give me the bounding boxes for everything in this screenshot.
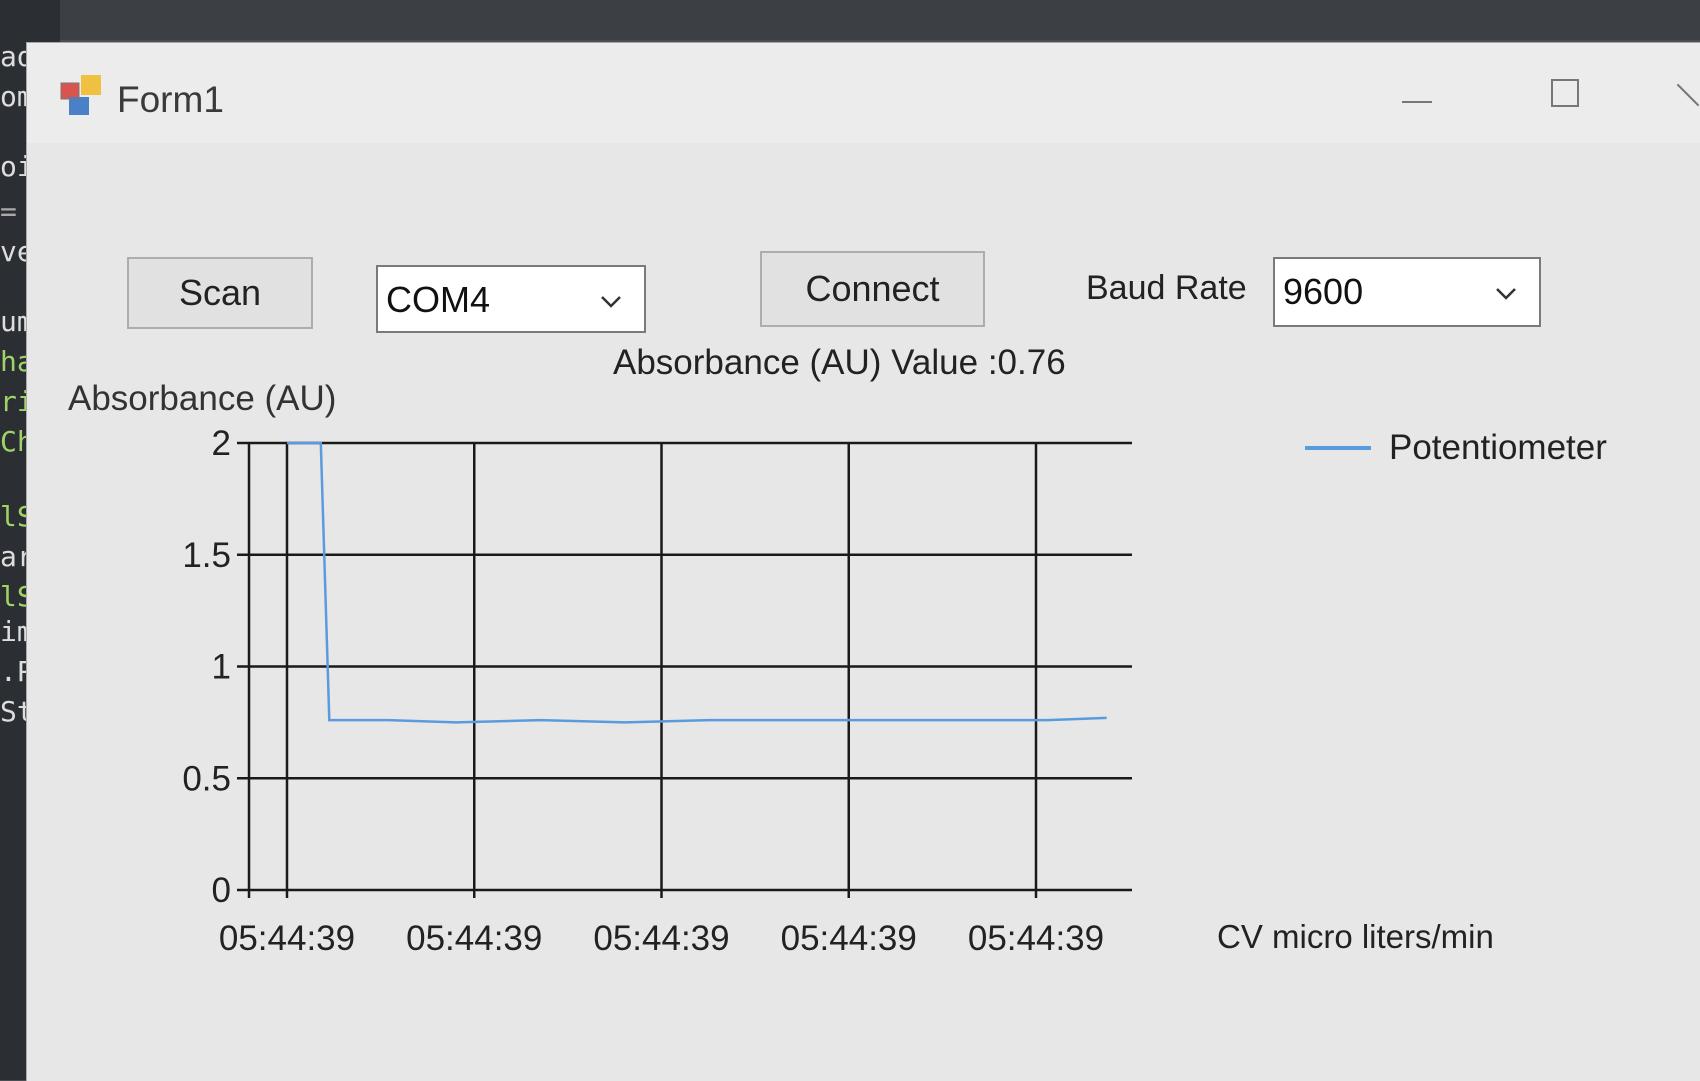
chart-legend: Potentiometer — [1305, 428, 1607, 468]
y-tick-label: 2 — [212, 424, 231, 463]
x-tick-label: 05:44:39 — [781, 919, 917, 958]
x-axis-title: CV micro liters/min — [1217, 918, 1494, 955]
x-tick-label: 05:44:39 — [593, 919, 729, 958]
x-tick-label: 05:44:39 — [968, 919, 1104, 958]
series-line — [287, 441, 1107, 724]
form1-window: Form1 Scan COM4 Connect Baud Rate 9600 A… — [26, 42, 1700, 1081]
x-tick-label: 05:44:39 — [406, 919, 542, 958]
y-tick-label: 1 — [212, 648, 231, 687]
x-tick-label: 05:44:39 — [219, 919, 355, 958]
form-client-area: Scan COM4 Connect Baud Rate 9600 Absorba… — [27, 143, 1700, 1081]
legend-swatch — [1305, 446, 1371, 450]
background-taskbar — [0, 0, 1700, 40]
window-title: Form1 — [117, 79, 224, 120]
minimize-button[interactable] — [1385, 69, 1445, 119]
y-tick-label: 0.5 — [182, 759, 231, 798]
app-icon — [60, 75, 101, 115]
y-tick-label: 1.5 — [182, 536, 231, 575]
y-tick-label: 0 — [212, 871, 231, 910]
close-button[interactable] — [1667, 69, 1700, 119]
legend-label: Potentiometer — [1389, 428, 1607, 467]
absorbance-chart: Absorbance (AU) 0 0.5 1 1.5 2 05:44:39 05:44:3… — [27, 143, 1700, 1081]
title-bar: Form1 — [27, 43, 1700, 143]
maximize-button[interactable] — [1537, 69, 1597, 119]
